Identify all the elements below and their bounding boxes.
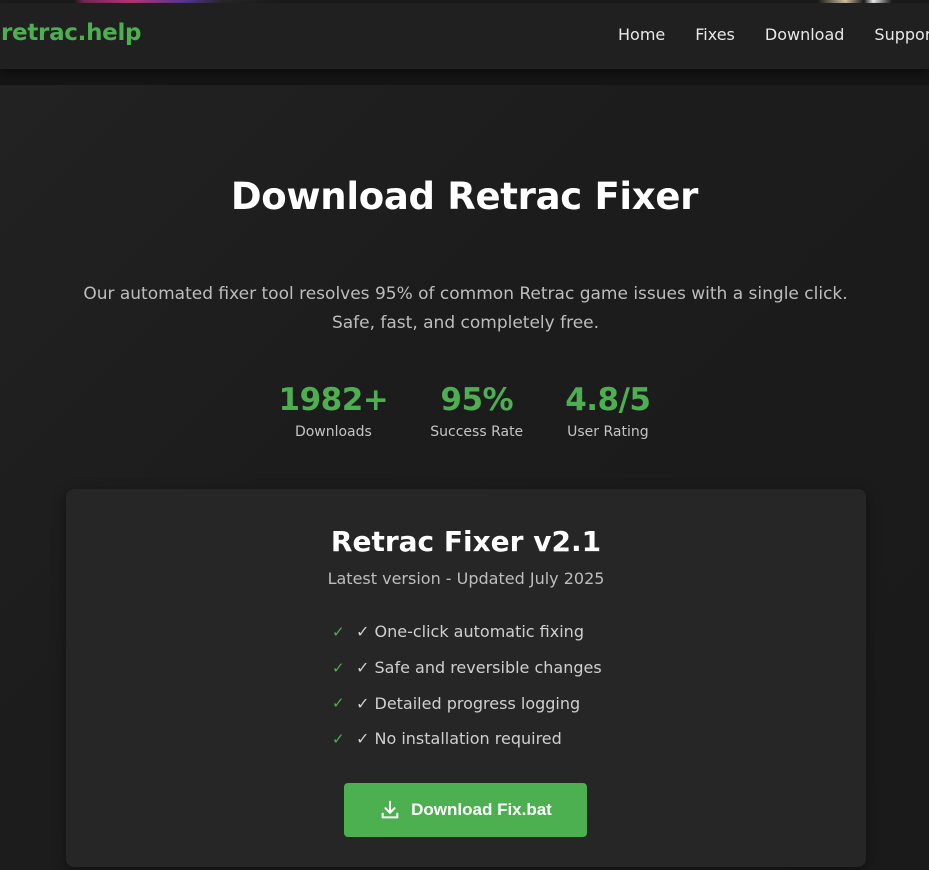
nav-link-home[interactable]: Home (618, 25, 665, 44)
list-item: ✓ ✓ Safe and reversible changes (332, 650, 602, 686)
main-section: Download Retrac Fixer Our automated fixe… (0, 85, 929, 870)
check-icon: ✓ (332, 622, 345, 641)
list-item: ✓ ✓ No installation required (332, 721, 602, 757)
nav-link-support[interactable]: Support (874, 25, 929, 44)
check-icon: ✓ (332, 729, 345, 748)
site-logo[interactable]: retrac.help (1, 20, 142, 46)
list-item: ✓ ✓ One-click automatic fixing (332, 614, 602, 650)
feature-text: ✓ No installation required (356, 729, 562, 749)
download-button-label: Download Fix.bat (411, 800, 552, 819)
stat-value: 1982+ (278, 382, 389, 418)
stat-label: Success Rate (430, 424, 524, 440)
card-subtitle: Latest version - Updated July 2025 (327, 569, 605, 588)
list-item: ✓ ✓ Detailed progress logging (332, 685, 602, 721)
feature-text: ✓ One-click automatic fixing (356, 622, 584, 642)
stat-label: User Rating (567, 424, 649, 440)
download-button[interactable]: Download Fix.bat (344, 783, 587, 837)
stat-value: 4.8/5 (565, 382, 651, 418)
check-icon: ✓ (332, 658, 345, 677)
page-title: Download Retrac Fixer (230, 175, 699, 218)
card-title: Retrac Fixer v2.1 (330, 525, 602, 558)
stats-row: 1982+ Downloads 95% Success Rate 4.8/5 U… (0, 382, 929, 440)
hero-description: Our automated fixer tool resolves 95% of… (83, 284, 848, 333)
navbar: retrac.help Home Fixes Download Support (0, 3, 929, 69)
check-icon: ✓ (332, 694, 345, 713)
download-icon (381, 800, 399, 819)
nav-link-download[interactable]: Download (765, 25, 845, 44)
stat-user-rating: 4.8/5 User Rating (565, 382, 651, 440)
feature-text: ✓ Safe and reversible changes (356, 658, 602, 678)
feature-text: ✓ Detailed progress logging (356, 693, 581, 713)
stat-downloads: 1982+ Downloads (279, 382, 389, 440)
feature-list: ✓ ✓ One-click automatic fixing ✓ ✓ Safe … (332, 614, 602, 757)
download-card: Retrac Fixer v2.1 Latest version - Updat… (66, 489, 866, 867)
nav-link-fixes[interactable]: Fixes (695, 25, 735, 44)
stat-label: Downloads (294, 424, 372, 440)
nav-links: Home Fixes Download Support (618, 25, 929, 44)
stat-success-rate: 95% Success Rate (430, 382, 523, 440)
stat-value: 95% (440, 382, 514, 418)
